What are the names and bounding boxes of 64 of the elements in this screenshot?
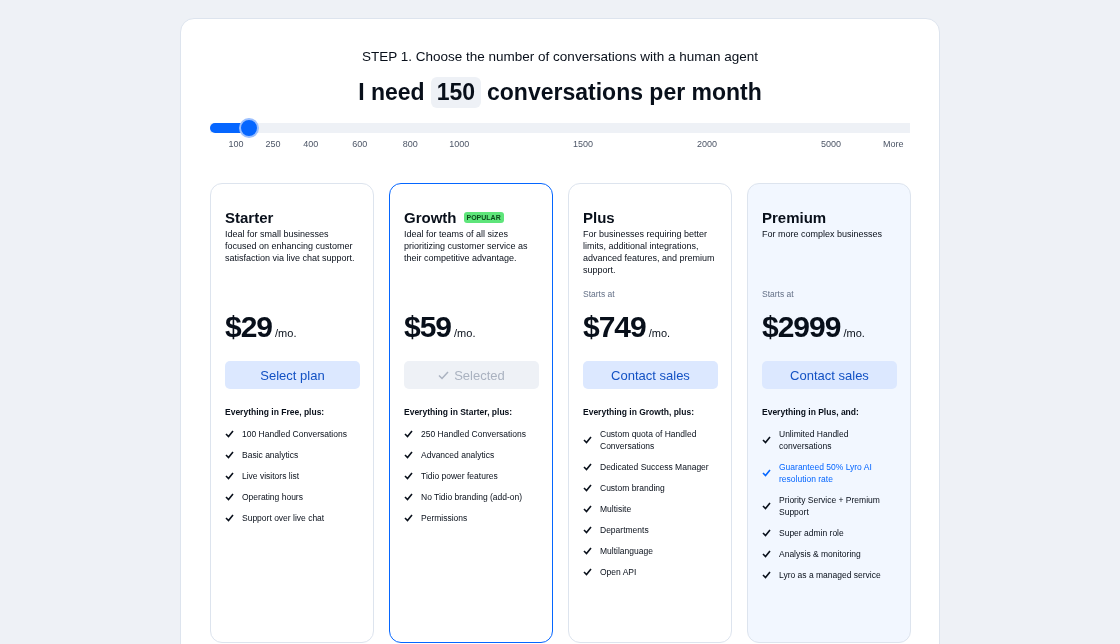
feature-text: Custom branding — [600, 482, 665, 494]
feature-text: Super admin role — [779, 527, 844, 539]
features-heading: Everything in Plus, and: — [762, 407, 860, 419]
starts-at-label: Starts at — [583, 289, 615, 299]
feature-text: Tidio power features — [421, 470, 498, 482]
tick-label: 1500 — [573, 139, 594, 149]
plan-name: Plus — [583, 208, 615, 226]
plan-name: Premium — [762, 208, 827, 226]
plan-description: For businesses requiring better limits, additional integrations, advanced features, and premium support. — [583, 228, 716, 276]
feature-text: Unlimited Handled conversations — [779, 428, 850, 452]
headline-text: conversations per month — [487, 78, 762, 106]
feature-text: 250 Handled Conversations — [421, 428, 526, 440]
feature-text: Permissions — [421, 512, 468, 524]
feature-text: Dedicated Success Manager — [600, 461, 709, 473]
features-heading: Everything in Free, plus: — [225, 407, 326, 419]
feature-text: Multilanguage — [600, 545, 653, 557]
feature-text: Custom quota of Handled Conversations — [600, 428, 698, 452]
feature-text: Open API — [600, 566, 637, 578]
headline-text: I need — [358, 78, 425, 106]
plan-name: Growth — [404, 208, 457, 226]
feature-text: Multisite — [600, 503, 632, 515]
tick-label: 2000 — [697, 139, 717, 149]
plan-price: $29 — [225, 310, 273, 344]
plan-price: $2999 — [762, 310, 841, 344]
starts-at-label: Starts at — [762, 289, 794, 299]
price-period: /mo. — [648, 327, 671, 339]
feature-text: Support over live chat — [242, 512, 325, 524]
tick-label: 5000 — [820, 139, 841, 149]
price-period: /mo. — [843, 327, 865, 339]
feature-text: Basic analytics — [242, 449, 299, 461]
feature-text: No Tidio branding (add-on) — [421, 491, 523, 503]
feature-text: Priority Service + Premium Support — [779, 494, 881, 518]
plan-description: Ideal for teams of all sizes prioritizing customer service as their competitive advantage. — [404, 228, 529, 265]
tick-label: 100 — [228, 139, 244, 149]
step-title: STEP 1. Choose the number of conversations with a human agent — [361, 48, 759, 66]
slider-handle[interactable] — [239, 118, 260, 138]
feature-text: 100 Handled Conversations — [242, 428, 347, 440]
tick-label: 400 — [303, 139, 319, 149]
conversation-count[interactable]: 150 — [430, 76, 482, 108]
tick-label: 1000 — [449, 139, 470, 149]
price-period: /mo. — [275, 327, 297, 339]
feature-text: Departments — [600, 524, 649, 536]
plan-button[interactable]: Select plan — [225, 361, 360, 389]
feature-text: Live visitors list — [242, 470, 300, 482]
tick-label: 250 — [265, 139, 281, 149]
tick-label: 800 — [402, 139, 418, 149]
feature-text: Lyro as a managed service — [779, 569, 881, 581]
feature-text: Guaranteed 50% Lyro AI resolution rate — [779, 461, 873, 485]
plan-price: $749 — [583, 310, 646, 344]
check-icon — [438, 370, 450, 380]
tick-label: More — [882, 139, 904, 149]
plan-button[interactable]: Contact sales — [583, 361, 718, 389]
feature-text: Operating hours — [242, 491, 303, 503]
plan-price: $59 — [404, 310, 452, 344]
plan-description: Ideal for small businesses focused on enhancing customer satisfaction via live chat support. — [225, 228, 356, 265]
feature-text: Analysis & monitoring — [779, 548, 861, 560]
feature-text: Advanced analytics — [421, 449, 495, 461]
plan-button[interactable]: Contact sales — [762, 361, 897, 389]
plan-description: For more complex businesses — [762, 228, 884, 241]
features-heading: Everything in Growth, plus: — [583, 407, 695, 419]
price-period: /mo. — [454, 327, 476, 339]
tick-label: 600 — [352, 139, 368, 149]
features-heading: Everything in Starter, plus: — [404, 407, 514, 419]
plan-name: Starter — [225, 208, 274, 226]
